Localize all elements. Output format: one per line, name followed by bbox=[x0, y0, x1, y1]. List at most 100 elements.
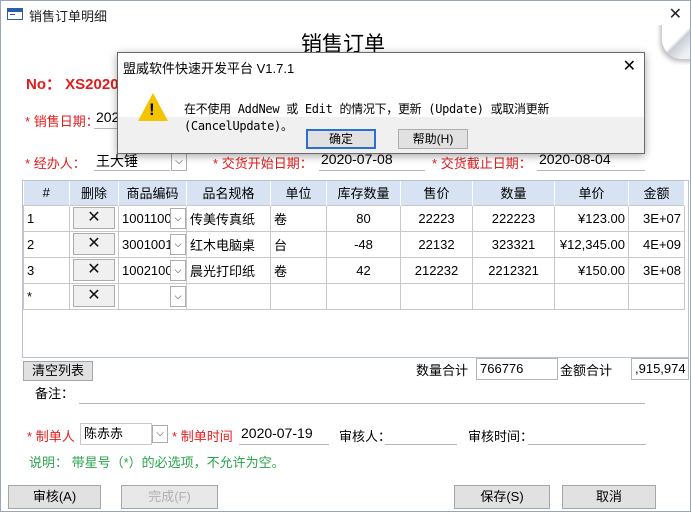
sale-date-field[interactable]: 202 bbox=[94, 109, 119, 129]
delivery-start-field[interactable]: 2020-07-08 bbox=[319, 151, 425, 171]
unit-price[interactable]: ¥12,345.00 bbox=[554, 230, 629, 258]
creator-dropdown-chevron-icon[interactable]: ⌵ bbox=[152, 425, 168, 443]
creator-label-group: * 制单人 bbox=[27, 426, 75, 445]
order-number: No： XS20200 bbox=[26, 73, 127, 94]
review-time-label: 审核时间： bbox=[468, 429, 534, 444]
remarks-label: 备注： bbox=[35, 386, 75, 401]
delete-row-icon[interactable]: ✕ bbox=[73, 285, 115, 307]
product-name[interactable]: 晨光打印纸 bbox=[186, 256, 271, 284]
amount-total-field: ,915,974 bbox=[631, 358, 689, 380]
sale-price[interactable]: 22223 bbox=[400, 204, 473, 232]
col-header[interactable]: 售价 bbox=[400, 181, 473, 205]
delivery-start-label-group: * 交货开始日期： bbox=[213, 153, 313, 172]
row-index: 1 bbox=[23, 204, 70, 232]
review-button[interactable]: 审核(A) bbox=[8, 485, 101, 509]
quantity[interactable]: 222223 bbox=[472, 204, 555, 232]
handler-label-group: * 经办人： bbox=[25, 153, 86, 172]
col-header[interactable]: 商品编码 bbox=[118, 181, 187, 205]
quantity[interactable] bbox=[472, 282, 555, 310]
col-header[interactable]: 单价 bbox=[554, 181, 629, 205]
reviewer-label: 审核人： bbox=[339, 429, 392, 444]
table-row[interactable]: 2 ✕ 3001001 ⌵ 红木电脑桌 台 -48 22132 323321 ¥1… bbox=[23, 230, 685, 258]
amount: 4E+09 bbox=[628, 230, 685, 258]
unit-price[interactable] bbox=[554, 282, 629, 310]
error-dialog: 盟威软件快速开发平台 V1.7.1 ✕ ! 在不使用 AddNew 或 Edit… bbox=[117, 52, 645, 154]
chevron-down-icon[interactable]: ⌵ bbox=[170, 233, 186, 255]
unit[interactable]: 卷 bbox=[270, 256, 327, 284]
clear-list-button[interactable]: 清空列表 bbox=[23, 361, 93, 381]
handler-dropdown-chevron-icon[interactable]: ⌵ bbox=[171, 153, 187, 171]
required-mark: * bbox=[213, 156, 219, 171]
product-name[interactable] bbox=[186, 282, 271, 310]
required-mark: * bbox=[172, 429, 178, 444]
order-no-label: No： bbox=[26, 76, 61, 93]
remarks-field[interactable] bbox=[79, 384, 645, 404]
col-header[interactable]: 库存数量 bbox=[326, 181, 401, 205]
page-curl-decoration bbox=[640, 25, 690, 65]
product-name[interactable]: 红木电脑桌 bbox=[186, 230, 271, 258]
unit[interactable]: 卷 bbox=[270, 204, 327, 232]
dialog-close-icon[interactable]: ✕ bbox=[623, 56, 636, 76]
qty-total-field: 766776 bbox=[476, 358, 558, 380]
required-mark: * bbox=[432, 156, 438, 171]
row-index: 3 bbox=[23, 256, 70, 284]
col-header[interactable]: # bbox=[23, 181, 70, 205]
col-header[interactable]: 品名规格 bbox=[186, 181, 271, 205]
delete-row-icon[interactable]: ✕ bbox=[73, 259, 115, 281]
save-button[interactable]: 保存(S) bbox=[454, 485, 550, 509]
amount bbox=[628, 282, 685, 310]
delete-row-icon[interactable]: ✕ bbox=[73, 233, 115, 255]
quantity[interactable]: 2212321 bbox=[472, 256, 555, 284]
chevron-down-icon[interactable]: ⌵ bbox=[170, 259, 186, 281]
form-icon bbox=[7, 8, 23, 20]
unit-price[interactable]: ¥123.00 bbox=[554, 204, 629, 232]
dialog-title: 盟威软件快速开发平台 V1.7.1 bbox=[123, 61, 295, 76]
row-index: 2 bbox=[23, 230, 70, 258]
col-header[interactable]: 删除 bbox=[69, 181, 119, 205]
unit[interactable] bbox=[270, 282, 327, 310]
sale-price[interactable] bbox=[400, 282, 473, 310]
product-code[interactable]: 3001001 bbox=[122, 237, 173, 252]
sale-date-label-group: * 销售日期： bbox=[25, 111, 99, 130]
required-mark: * bbox=[25, 114, 31, 129]
required-fields-note: 说明： 带星号（*）的必选项，不允许为空。 bbox=[29, 455, 285, 470]
delivery-end-field[interactable]: 2020-08-04 bbox=[537, 151, 645, 171]
amount: 3E+07 bbox=[628, 204, 685, 232]
row-index: * bbox=[23, 282, 70, 310]
stock-qty: 80 bbox=[326, 204, 401, 232]
table-row-new[interactable]: * ✕ ⌵ bbox=[23, 282, 685, 310]
col-header[interactable]: 金额 bbox=[628, 181, 685, 205]
complete-button[interactable]: 完成(F) bbox=[121, 485, 218, 509]
review-time-field bbox=[528, 425, 646, 445]
table-row[interactable]: 3 ✕ 10021001 ⌵ 晨光打印纸 卷 42 212232 2212321 … bbox=[23, 256, 685, 284]
created-time-label: 制单时间 bbox=[180, 429, 233, 444]
creator-label: 制单人 bbox=[35, 429, 75, 444]
handler-select[interactable]: 王大锤 bbox=[94, 151, 170, 171]
ok-button[interactable]: 确定 bbox=[306, 129, 376, 149]
order-lines-grid: # 删除 商品编码 品名规格 单位 库存数量 售价 数量 单价 金额 1 ✕ 1… bbox=[22, 180, 689, 358]
amount-total-label: 金额合计 bbox=[560, 363, 613, 378]
cancel-button[interactable]: 取消 bbox=[562, 485, 656, 509]
delivery-end-label: 交货截止日期： bbox=[440, 156, 532, 171]
unit[interactable]: 台 bbox=[270, 230, 327, 258]
stock-qty: 42 bbox=[326, 256, 401, 284]
chevron-down-icon[interactable]: ⌵ bbox=[170, 285, 186, 307]
created-time-field[interactable]: 2020-07-19 bbox=[239, 425, 329, 445]
sale-price[interactable]: 22132 bbox=[400, 230, 473, 258]
sale-date-label: 销售日期： bbox=[33, 114, 99, 129]
help-button[interactable]: 帮助(H) bbox=[398, 129, 468, 149]
reviewer-field bbox=[385, 425, 457, 445]
sale-price[interactable]: 212232 bbox=[400, 256, 473, 284]
col-header[interactable]: 单位 bbox=[270, 181, 327, 205]
creator-select[interactable]: 陈赤赤 bbox=[80, 423, 152, 445]
handler-label: 经办人： bbox=[33, 156, 86, 171]
unit-price[interactable]: ¥150.00 bbox=[554, 256, 629, 284]
col-header[interactable]: 数量 bbox=[472, 181, 555, 205]
window-title: 销售订单明细 bbox=[29, 9, 108, 24]
quantity[interactable]: 323321 bbox=[472, 230, 555, 258]
chevron-down-icon[interactable]: ⌵ bbox=[170, 207, 186, 229]
close-icon[interactable]: ✕ bbox=[669, 4, 682, 24]
table-row[interactable]: 1 ✕ 10011003 ⌵ 传美传真纸 卷 80 22223 222223 ¥1… bbox=[23, 204, 685, 232]
product-name[interactable]: 传美传真纸 bbox=[186, 204, 271, 232]
delete-row-icon[interactable]: ✕ bbox=[73, 207, 115, 229]
